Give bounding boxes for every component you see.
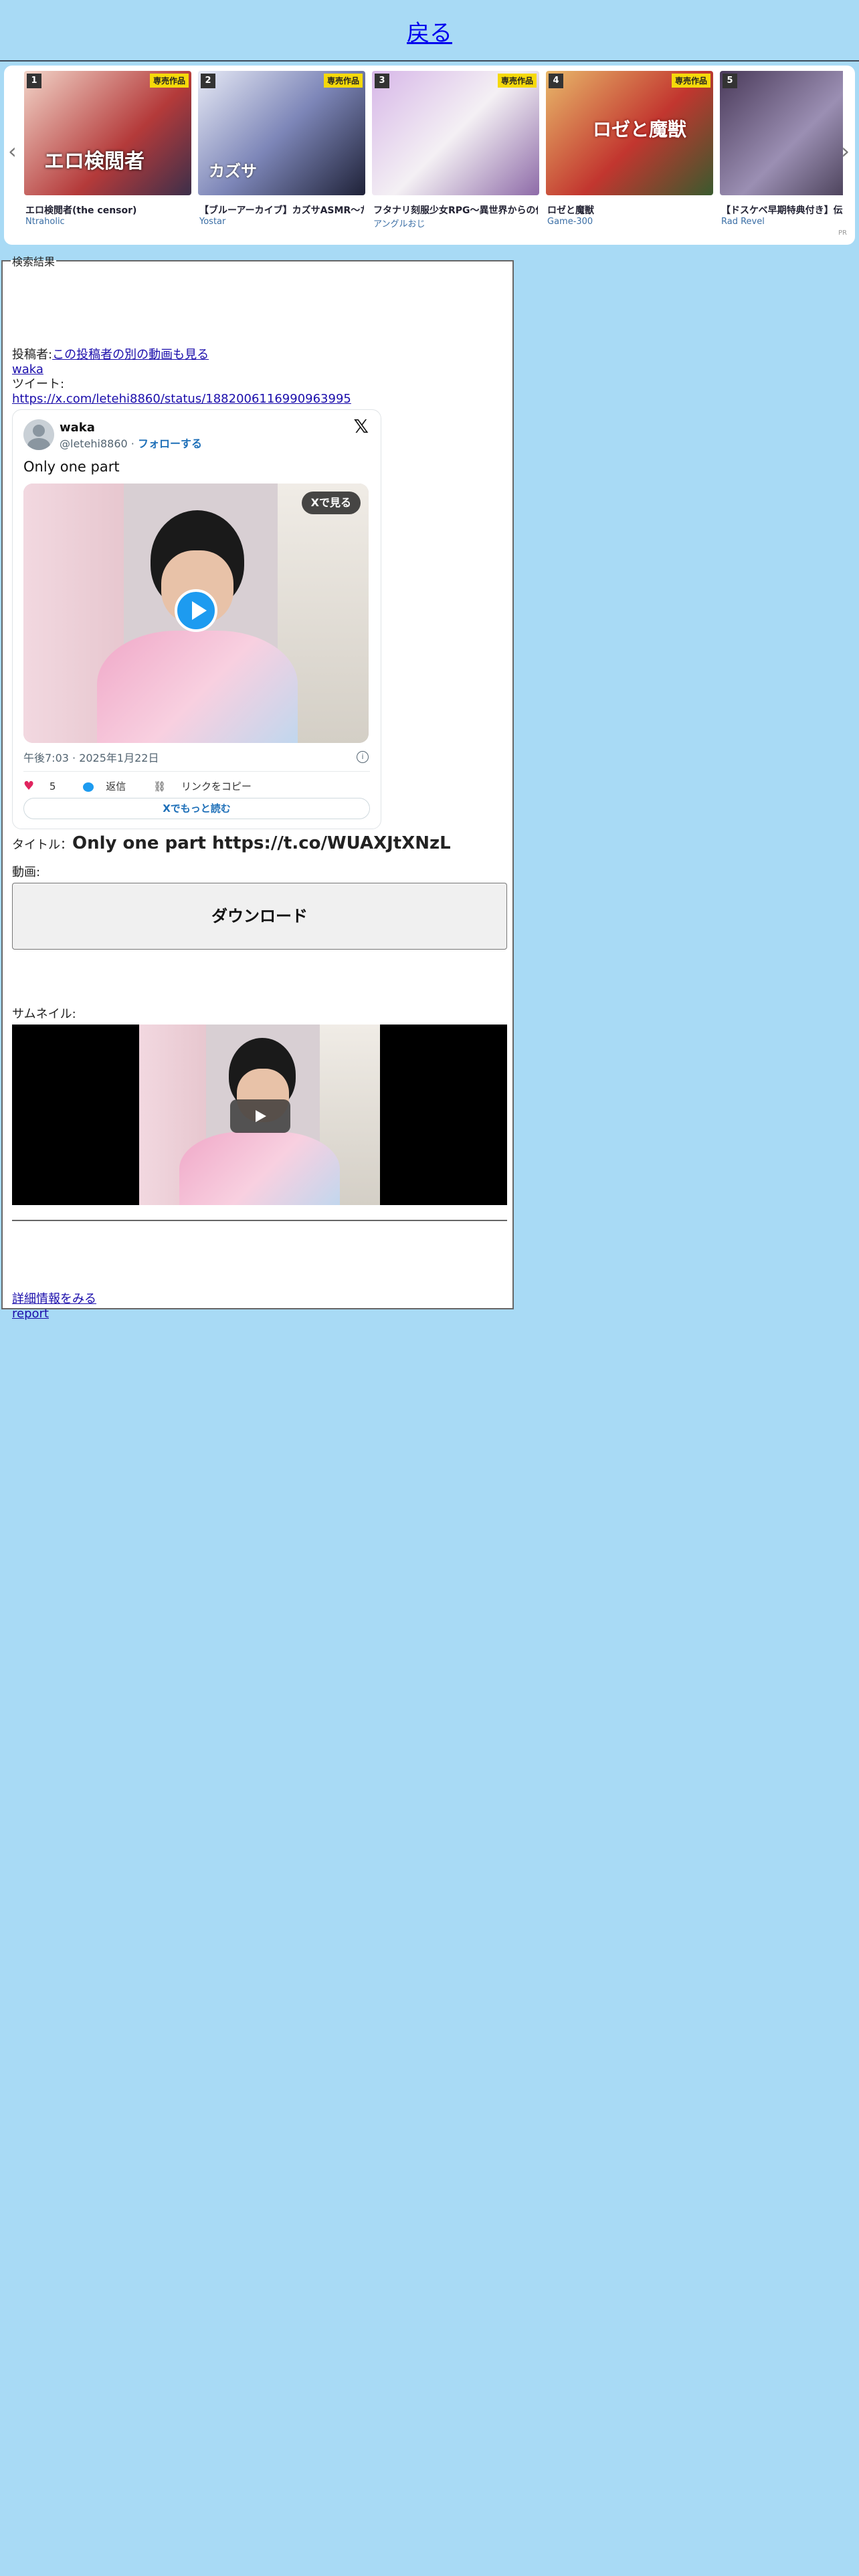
- thumbnail-player[interactable]: [12, 1025, 507, 1205]
- avatar[interactable]: [23, 419, 54, 450]
- tweet-label: ツイート:: [12, 377, 65, 391]
- video-label: 動画:: [12, 865, 41, 879]
- poster-row: 投稿者:この投稿者の別の動画も見る waka ツイート: https://x.c…: [12, 348, 351, 407]
- divider: [23, 771, 370, 772]
- like-button[interactable]: ♥ 5: [23, 779, 68, 793]
- card-thumb-text: カズサ: [209, 162, 257, 181]
- pr-label: PR: [838, 229, 847, 237]
- card-maker[interactable]: Rad Revel: [721, 217, 765, 227]
- results-legend: 検索結果: [12, 255, 56, 268]
- report-link[interactable]: report: [12, 1307, 49, 1321]
- card-thumb-text: エロ検閲者: [44, 150, 145, 173]
- card-title[interactable]: エロ検閲者(the censor): [25, 203, 190, 217]
- play-icon[interactable]: [175, 589, 217, 632]
- tweet-text: Only one part: [23, 459, 120, 475]
- follow-button[interactable]: フォローする: [138, 437, 202, 450]
- play-icon[interactable]: [230, 1099, 290, 1133]
- link-icon: ⛓: [153, 780, 167, 792]
- reply-label: 返信: [106, 780, 126, 792]
- card-maker[interactable]: Game-300: [547, 217, 593, 227]
- card-title[interactable]: フタナリ刻服少女RPG～異世界からの侵: [373, 203, 538, 217]
- card-maker[interactable]: Yostar: [199, 217, 225, 227]
- rank-badge: 2: [201, 74, 215, 88]
- card-maker[interactable]: アングルおじ: [373, 217, 425, 229]
- footer-links: 詳細情報をみる report: [12, 1292, 96, 1321]
- back-link[interactable]: 戻る: [407, 15, 452, 47]
- card-thumbnail[interactable]: エロ検閲者: [24, 71, 191, 195]
- carousel-card[interactable]: 5 【ドスケベ早期特典付き】伝 Rad Revel: [720, 71, 843, 227]
- card-thumbnail[interactable]: [720, 71, 843, 195]
- rank-badge: 3: [375, 74, 389, 88]
- reply-button[interactable]: 返信: [83, 780, 138, 792]
- exclusive-badge: 専売作品: [671, 74, 710, 88]
- carousel-card[interactable]: エロ検閲者 1 専売作品 エロ検閲者(the censor) Ntraholic: [24, 71, 191, 227]
- copy-link-button[interactable]: ⛓ リンクをコピー: [153, 780, 264, 792]
- poster-name-link[interactable]: waka: [12, 362, 43, 377]
- card-thumbnail[interactable]: ロゼと魔獣: [546, 71, 713, 195]
- tweet-actions: ♥ 5 返信 ⛓ リンクをコピー: [23, 779, 276, 794]
- watch-on-x-button[interactable]: Xで見る: [301, 492, 361, 514]
- tweet-video[interactable]: Xで見る: [23, 484, 369, 743]
- card-maker[interactable]: Ntraholic: [25, 217, 65, 227]
- video-title: Only one part https://t.co/WUAXJtXNzL: [72, 833, 451, 853]
- poster-label: 投稿者:: [12, 348, 53, 362]
- card-title[interactable]: 【ブルーアーカイブ】カズサASMR～ただ: [199, 203, 364, 217]
- tweet-user-name[interactable]: waka: [60, 421, 95, 435]
- tweet-date[interactable]: 午後7:03 · 2025年1月22日: [23, 751, 159, 766]
- title-label: タイトル：: [12, 838, 72, 852]
- like-count: 5: [49, 780, 56, 792]
- tweet-embed[interactable]: waka @letehi8860 · フォローする 𝕏 Only one par…: [12, 409, 381, 829]
- rank-badge: 4: [549, 74, 563, 88]
- carousel-prev-icon[interactable]: ‹: [8, 140, 17, 162]
- carousel-card[interactable]: カズサ 2 専売作品 【ブルーアーカイブ】カズサASMR～ただ Yostar: [198, 71, 365, 227]
- title-row: タイトル：Only one part https://t.co/WUAXJtXN…: [12, 833, 451, 853]
- tweet-user-handle: @letehi8860 · フォローする: [60, 437, 202, 451]
- exclusive-badge: 専売作品: [149, 74, 189, 88]
- copy-link-label: リンクをコピー: [181, 780, 252, 792]
- exclusive-badge: 専売作品: [497, 74, 537, 88]
- divider: [12, 1220, 507, 1221]
- rank-badge: 1: [27, 74, 41, 88]
- poster-other-videos-link[interactable]: この投稿者の別の動画も見る: [52, 348, 209, 362]
- info-icon[interactable]: i: [357, 751, 369, 763]
- heart-icon: ♥: [23, 779, 35, 793]
- exclusive-badge: 専売作品: [323, 74, 363, 88]
- x-logo-icon[interactable]: 𝕏: [353, 417, 369, 436]
- ad-carousel: ‹ エロ検閲者 1 専売作品 エロ検閲者(the censor) Ntrahol…: [4, 66, 855, 245]
- download-button[interactable]: ダウンロード: [12, 883, 507, 950]
- carousel-next-icon[interactable]: ›: [841, 140, 850, 162]
- carousel-cards: エロ検閲者 1 専売作品 エロ検閲者(the censor) Ntraholic…: [24, 71, 843, 238]
- card-thumbnail[interactable]: カズサ: [198, 71, 365, 195]
- thumbnail-label: サムネイル:: [12, 1007, 76, 1021]
- card-title[interactable]: 【ドスケベ早期特典付き】伝: [721, 203, 843, 217]
- header: 戻る: [0, 0, 859, 62]
- results-panel: 検索結果 投稿者:この投稿者の別の動画も見る waka ツイート: https:…: [1, 253, 514, 1321]
- card-title[interactable]: ロゼと魔獣: [547, 203, 712, 217]
- rank-badge: 5: [723, 74, 737, 88]
- carousel-card[interactable]: 3 専売作品 フタナリ刻服少女RPG～異世界からの侵 アングルおじ: [372, 71, 539, 229]
- tweet-handle-text: @letehi8860 ·: [60, 437, 138, 450]
- reply-icon: [83, 782, 94, 792]
- card-thumb-text: ロゼと魔獣: [593, 118, 687, 140]
- details-link[interactable]: 詳細情報をみる: [12, 1292, 96, 1306]
- read-more-button[interactable]: Xでもっと読む: [23, 798, 370, 819]
- tweet-url-link[interactable]: https://x.com/letehi8860/status/18820061…: [12, 392, 351, 406]
- card-thumbnail[interactable]: [372, 71, 539, 195]
- carousel-card[interactable]: ロゼと魔獣 4 専売作品 ロゼと魔獣 Game-300: [546, 71, 713, 227]
